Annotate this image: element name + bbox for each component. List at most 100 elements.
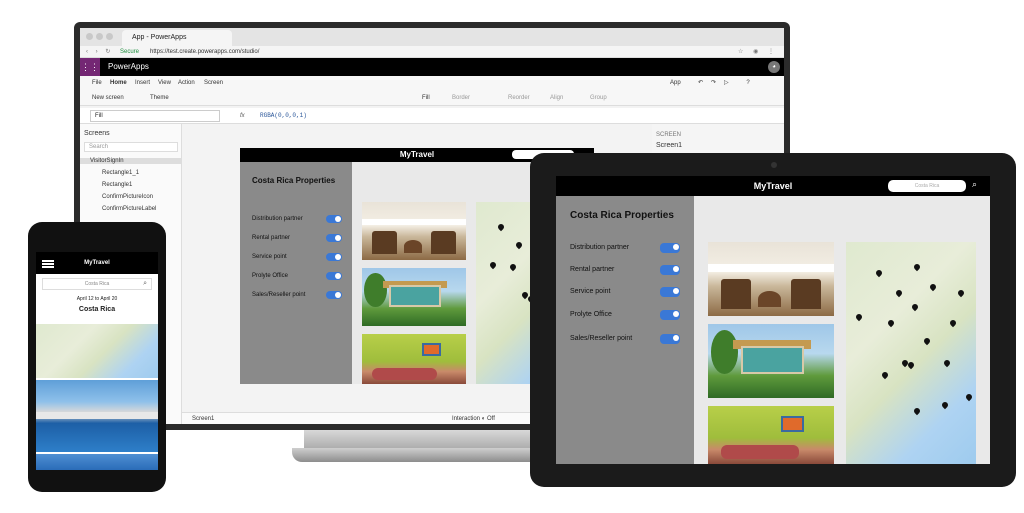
tree-item[interactable]: Rectangle1_1 <box>102 170 139 176</box>
menu-action[interactable]: Action <box>178 76 195 90</box>
option-toggle[interactable] <box>326 291 342 299</box>
window-min-dot[interactable] <box>96 33 103 40</box>
map-pin-icon[interactable] <box>874 268 884 278</box>
map-pin-icon[interactable] <box>964 392 974 402</box>
interaction-toggle[interactable]: Interaction ◐ Off <box>452 413 495 424</box>
tree-search-input[interactable]: Search <box>84 142 178 152</box>
property-photo[interactable] <box>708 324 834 398</box>
status-screen-label[interactable]: Screen1 <box>192 413 214 424</box>
map-pin-icon[interactable] <box>488 260 498 270</box>
product-name[interactable]: PowerApps <box>108 58 149 76</box>
phone-dates: April 12 to April 20 <box>76 296 118 302</box>
phone-search-input[interactable]: Costa Rica ⌕ <box>42 278 152 290</box>
phone-map-view[interactable] <box>36 324 158 378</box>
menu-screen[interactable]: Screen <box>204 76 223 90</box>
secure-label: Secure <box>120 49 140 55</box>
menu-insert[interactable]: Insert <box>135 76 150 90</box>
tree-item-screen[interactable]: VisitorSignIn <box>80 158 182 164</box>
app-heading: Costa Rica Properties <box>252 176 336 185</box>
property-photo[interactable] <box>362 202 466 260</box>
map-pin-icon[interactable] <box>956 288 966 298</box>
property-photo[interactable] <box>362 334 466 384</box>
option-toggle[interactable] <box>660 265 680 275</box>
tree-item[interactable]: ConfirmPictureIcon <box>102 194 153 200</box>
formula-input[interactable]: RGBA(0,0,0,1) <box>260 108 307 124</box>
monitor-stand <box>304 430 560 450</box>
align-button[interactable]: Align <box>550 90 563 106</box>
property-photo[interactable] <box>36 454 158 470</box>
avatar[interactable]: ◕ <box>768 61 780 73</box>
border-button[interactable]: Border <box>452 90 470 106</box>
tree-item[interactable]: ConfirmPictureLabel <box>102 206 156 212</box>
powerapps-header: ⋮⋮ PowerApps ◕ <box>80 58 784 76</box>
map-pin-icon[interactable] <box>942 358 952 368</box>
nav-buttons-icon[interactable]: ‹ › ↻ <box>86 46 113 58</box>
reorder-button[interactable]: Reorder <box>508 90 530 106</box>
new-screen-button[interactable]: New screen <box>92 90 124 106</box>
option-label: Service point <box>570 288 611 295</box>
map-pin-icon[interactable] <box>912 262 922 272</box>
menu-home[interactable]: Home <box>110 76 127 91</box>
theme-button[interactable]: Theme <box>150 90 169 106</box>
map-pin-icon[interactable] <box>496 222 506 232</box>
tree-item[interactable]: Rectangle1 <box>102 182 132 188</box>
option-toggle[interactable] <box>660 243 680 253</box>
option-toggle[interactable] <box>326 215 342 223</box>
window-close-dot[interactable] <box>86 33 93 40</box>
waffle-icon[interactable]: ⋮⋮ <box>80 58 100 76</box>
browser-chrome: App - PowerApps <box>80 28 784 46</box>
property-photo[interactable] <box>708 242 834 316</box>
search-icon[interactable]: ⌕ <box>972 179 977 190</box>
fill-button[interactable]: Fill <box>422 90 430 106</box>
window-max-dot[interactable] <box>106 33 113 40</box>
menu-view[interactable]: View <box>158 76 171 90</box>
option-toggle[interactable] <box>660 287 680 297</box>
phone-search-value: Costa Rica <box>84 281 110 287</box>
map-pin-icon[interactable] <box>880 370 890 380</box>
map-pin-icon[interactable] <box>894 288 904 298</box>
browser-tab[interactable]: App - PowerApps <box>122 30 232 46</box>
map-pin-icon[interactable] <box>854 312 864 322</box>
option-toggle[interactable] <box>326 234 342 242</box>
tablet-search-input[interactable]: Costa Rica <box>888 180 966 192</box>
tree-header: Screens <box>84 130 110 137</box>
hamburger-menu-icon[interactable] <box>42 260 54 268</box>
option-toggle[interactable] <box>660 334 680 344</box>
option-label: Sales/Reseller point <box>252 292 306 298</box>
phone-app-title: MyTravel <box>84 260 110 266</box>
menu-file[interactable]: File <box>92 76 102 90</box>
search-icon[interactable]: ⌕ <box>143 279 147 289</box>
tablet-camera <box>771 162 777 168</box>
property-dropdown[interactable]: Fill <box>90 110 220 122</box>
map-pin-icon[interactable] <box>508 262 518 272</box>
app-filter-panel: Costa Rica Properties Distribution partn… <box>240 162 352 384</box>
group-button[interactable]: Group <box>590 90 607 106</box>
map-pin-icon[interactable] <box>514 240 524 250</box>
property-photo[interactable] <box>362 268 466 326</box>
phone-title-bar: MyTravel <box>36 252 158 274</box>
map-pin-icon[interactable] <box>922 336 932 346</box>
option-label: Prolyte Office <box>252 273 288 279</box>
undo-redo-play-icons[interactable]: ↶↷▷ ? <box>698 76 758 90</box>
map-pin-icon[interactable] <box>948 318 958 328</box>
property-photo[interactable] <box>36 380 158 452</box>
map-pin-icon[interactable] <box>912 406 922 416</box>
option-label: Sales/Reseller point <box>570 335 633 342</box>
map-pin-icon[interactable] <box>940 400 950 410</box>
map-pin-icon[interactable] <box>906 360 916 370</box>
map-pin-icon[interactable] <box>910 302 920 312</box>
tablet-map-view[interactable] <box>846 242 976 464</box>
map-pin-icon[interactable] <box>928 282 938 292</box>
option-toggle[interactable] <box>326 253 342 261</box>
address-bar[interactable]: ‹ › ↻ Secure https://test.create.powerap… <box>80 46 784 58</box>
tablet-heading: Costa Rica Properties <box>570 210 674 221</box>
browser-tab-title: App - PowerApps <box>132 34 187 41</box>
option-toggle[interactable] <box>660 310 680 320</box>
phone-screen: MyTravel Costa Rica ⌕ April 12 to April … <box>36 252 158 470</box>
map-pin-icon[interactable] <box>886 318 896 328</box>
browser-tools-icon[interactable]: ☆ ◉ ⋮ <box>738 46 778 58</box>
menu-app[interactable]: App <box>670 76 681 90</box>
option-toggle[interactable] <box>326 272 342 280</box>
property-photo[interactable] <box>708 406 834 464</box>
url-text[interactable]: https://test.create.powerapps.com/studio… <box>150 46 259 58</box>
